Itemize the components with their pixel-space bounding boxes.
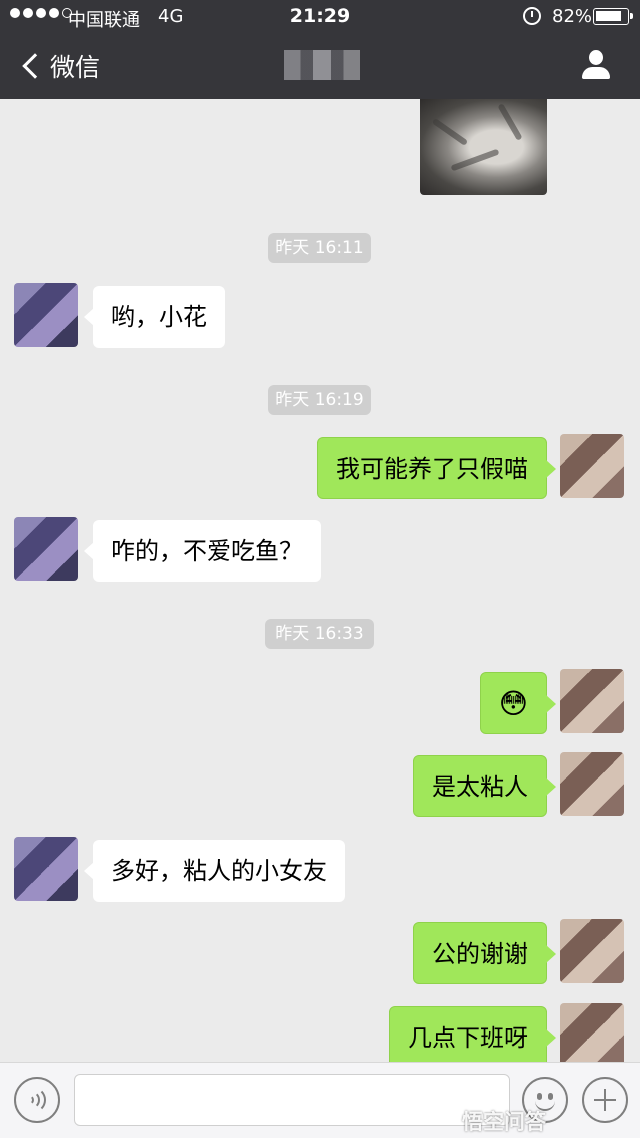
sent-message[interactable]: 几点下班呀 (389, 1006, 556, 1062)
plus-icon[interactable] (582, 1077, 628, 1123)
received-message[interactable]: 咋的，不爱吃鱼？ (84, 520, 321, 582)
status-bar: 中国联通 4G 21:29 82% (0, 0, 640, 34)
timestamp: 昨天 16:33 (265, 619, 374, 649)
sent-message[interactable]: 我可能养了只假喵 (317, 437, 556, 499)
chat-area[interactable]: 昨天 16:11 哟，小花 昨天 16:19 我可能养了只假喵 咋的，不爱吃鱼？… (0, 99, 640, 1062)
sent-message[interactable]: 公的谢谢 (413, 922, 556, 984)
alarm-icon (523, 7, 541, 25)
back-label: 微信 (50, 53, 101, 82)
voice-icon[interactable] (14, 1077, 60, 1123)
cat-photo-message[interactable] (420, 99, 547, 195)
my-avatar[interactable] (560, 919, 624, 983)
my-avatar[interactable] (560, 1003, 624, 1062)
chat-title-pixelated (284, 50, 360, 80)
received-message[interactable]: 多好，粘人的小女友 (84, 840, 345, 902)
message-input[interactable] (74, 1074, 510, 1126)
watermark: 悟空问答 (462, 1110, 546, 1134)
navigation-bar: 微信 (0, 34, 640, 99)
my-avatar[interactable] (560, 669, 624, 733)
person-icon[interactable] (580, 48, 612, 82)
received-message[interactable]: 哟，小花 (84, 286, 225, 348)
sent-message[interactable]: 是太粘人 (413, 755, 556, 817)
chevron-left-icon (22, 53, 48, 79)
back-button[interactable]: 微信 (20, 48, 100, 84)
my-avatar[interactable] (560, 434, 624, 498)
friend-avatar[interactable] (14, 837, 78, 901)
status-time: 21:29 (289, 5, 351, 27)
battery-percent: 82% (552, 6, 593, 27)
friend-avatar[interactable] (14, 517, 78, 581)
battery-icon (593, 8, 633, 25)
friend-avatar[interactable] (14, 283, 78, 347)
timestamp: 昨天 16:11 (268, 233, 371, 263)
sent-emoji-message[interactable]: 😳 (479, 672, 557, 734)
my-avatar[interactable] (560, 752, 624, 816)
top-bar: 中国联通 4G 21:29 82% 微信 (0, 0, 640, 99)
timestamp: 昨天 16:19 (268, 385, 371, 415)
